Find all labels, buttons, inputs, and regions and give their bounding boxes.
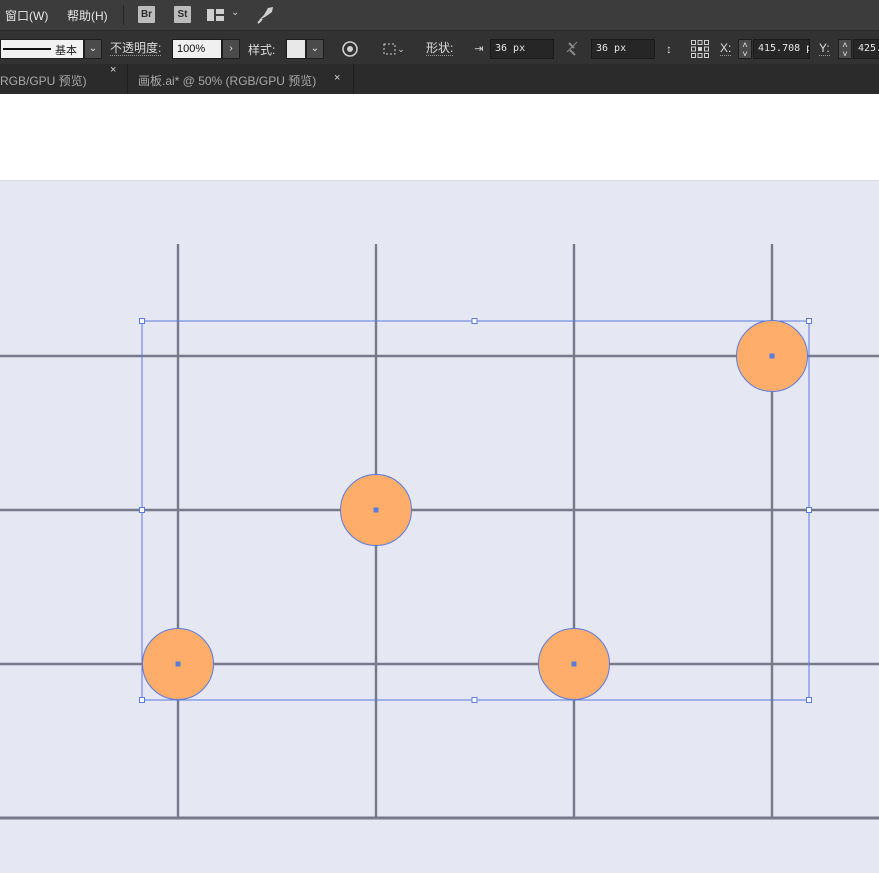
- style-dropdown[interactable]: ⌄: [306, 39, 324, 59]
- resize-handle: [139, 318, 145, 324]
- document-tab-active[interactable]: 画板.ai* @ 50% (RGB/GPU 预览) ×: [128, 64, 354, 94]
- menu-separator: [123, 5, 124, 25]
- style-swatch[interactable]: [286, 39, 306, 59]
- menu-window[interactable]: 窗口(W): [5, 7, 48, 24]
- bridge-button[interactable]: Br: [138, 6, 155, 23]
- menu-help[interactable]: 帮助(H): [67, 7, 108, 24]
- center-point: [769, 353, 775, 359]
- resize-handle: [806, 697, 812, 703]
- menu-bar: 窗口(W) 帮助(H) Br St ⌄: [0, 0, 879, 30]
- document-tab-bar: (RGB/GPU 预览) × 画板.ai* @ 50% (RGB/GPU 预览)…: [0, 64, 879, 94]
- chevron-down-icon[interactable]: ⌄: [231, 7, 239, 18]
- document-tab[interactable]: (RGB/GPU 预览) ×: [0, 64, 128, 94]
- y-label[interactable]: Y:: [819, 41, 830, 56]
- stroke-preview: [3, 48, 51, 50]
- center-point: [373, 507, 379, 513]
- shape-label[interactable]: 形状:: [426, 41, 454, 56]
- tab-title: 画板.ai* @ 50% (RGB/GPU 预览): [138, 74, 317, 88]
- x-label[interactable]: X:: [720, 41, 732, 56]
- resize-handle: [806, 507, 812, 513]
- resize-handle: [139, 697, 145, 703]
- opacity-field[interactable]: 100%: [172, 39, 222, 59]
- resize-handle: [806, 318, 812, 324]
- height-field[interactable]: 36 px: [591, 39, 655, 59]
- x-stepper[interactable]: ˄ ˅: [738, 39, 752, 59]
- close-icon[interactable]: ×: [110, 64, 116, 76]
- control-bar: 基本 ⌄ 不透明度: 100% › 样式: ⌄ ⌄ 形状: ⇥ 36 px 36…: [0, 30, 879, 64]
- rocket-icon[interactable]: [256, 5, 276, 25]
- recolor-artwork-icon[interactable]: [340, 39, 360, 59]
- resize-handle: [471, 318, 478, 324]
- workspace-grid-icon[interactable]: [207, 9, 224, 21]
- stroke-style-dropdown[interactable]: ⌄: [84, 39, 102, 59]
- y-stepper[interactable]: ˄ ˅: [838, 39, 852, 59]
- center-point: [175, 661, 181, 667]
- reference-point-icon[interactable]: [690, 39, 710, 59]
- pasteboard[interactable]: [0, 94, 879, 180]
- close-icon[interactable]: ×: [334, 72, 340, 84]
- width-field[interactable]: 36 px: [490, 39, 554, 59]
- y-field[interactable]: 425.: [853, 39, 879, 59]
- center-point: [571, 661, 577, 667]
- opacity-label[interactable]: 不透明度:: [110, 41, 162, 56]
- chevron-down-icon[interactable]: ⌄: [396, 39, 406, 59]
- resize-handle: [139, 507, 145, 513]
- stock-button[interactable]: St: [174, 6, 191, 23]
- height-icon: ↕: [666, 42, 672, 56]
- resize-handle: [471, 697, 478, 703]
- width-icon: ⇥: [474, 43, 484, 55]
- opacity-expand-button[interactable]: ›: [222, 39, 240, 59]
- stroke-style-label: 基本: [55, 45, 77, 57]
- style-label: 样式:: [248, 43, 276, 57]
- link-icon[interactable]: [562, 39, 582, 59]
- tab-title: (RGB/GPU 预览): [0, 74, 87, 88]
- stroke-style-select[interactable]: 基本: [0, 39, 84, 59]
- x-field[interactable]: 415.708 p: [753, 39, 810, 59]
- artboard[interactable]: [0, 180, 879, 873]
